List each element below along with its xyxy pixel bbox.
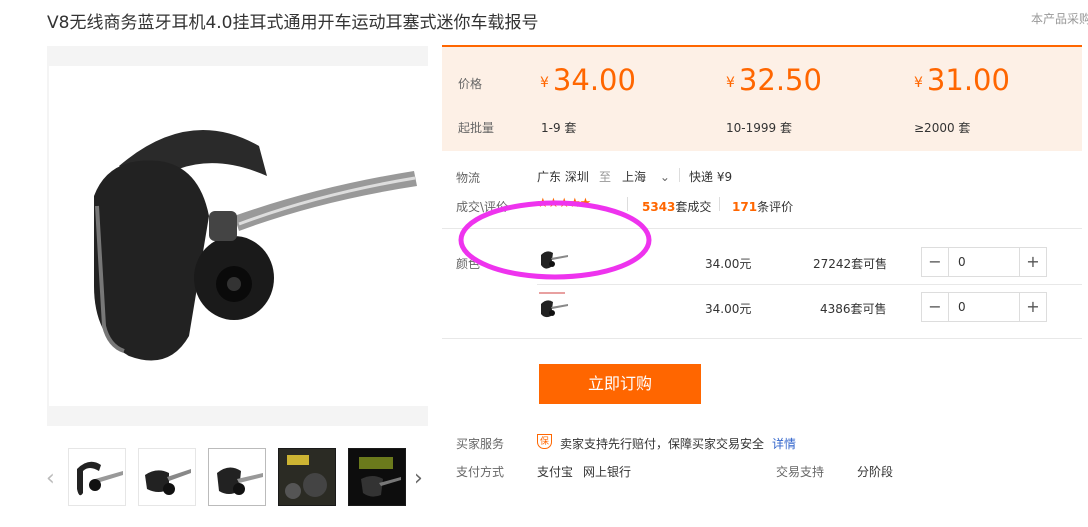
- tier-range-2: 10-1999 套: [726, 121, 792, 135]
- quantity-value[interactable]: 0: [958, 255, 966, 269]
- ship-to-value: 上海: [622, 170, 647, 184]
- payment-label: 支付方式: [456, 465, 505, 479]
- currency-symbol: ¥: [914, 75, 923, 91]
- promo-thumb-icon: [349, 449, 405, 505]
- reviews-suffix: 条评价: [757, 200, 794, 214]
- tier-range-1: 1-9 套: [541, 121, 577, 135]
- increment-button[interactable]: +: [1019, 248, 1046, 276]
- tier-price-value: 32.50: [738, 63, 822, 97]
- reviews-count[interactable]: 171条评价: [732, 198, 793, 215]
- quantity-stepper-2[interactable]: − 0 +: [921, 292, 1047, 322]
- variant-price-1: 34.00元: [705, 257, 752, 271]
- headset-thumb-icon: [145, 469, 191, 495]
- tier-price-3: ¥31.00: [914, 63, 1010, 97]
- price-label: 价格: [458, 77, 483, 91]
- guarantee-text: 卖家支持先行赔付，保障买家交易安全: [560, 437, 765, 451]
- thumbnail-1[interactable]: [68, 448, 126, 506]
- ship-from: 广东 深圳: [537, 170, 589, 184]
- quantity-value[interactable]: 0: [958, 300, 966, 314]
- increment-button[interactable]: +: [1019, 293, 1046, 321]
- shield-icon: 保: [537, 434, 552, 449]
- logistics-label: 物流: [456, 171, 481, 185]
- variant-price-2: 34.00元: [705, 302, 752, 316]
- promo-thumb-icon: [279, 449, 335, 505]
- thumb-next-arrow[interactable]: ›: [414, 466, 423, 491]
- buyer-service-label: 买家服务: [456, 437, 505, 451]
- shipping-fee: 快递 ¥9: [689, 170, 733, 184]
- tier-range-3: ≥2000 套: [914, 121, 971, 135]
- thumbnail-5[interactable]: [348, 448, 406, 506]
- headset-thumb-icon: [539, 292, 568, 318]
- variant-stock-1: 27242套可售: [813, 257, 888, 271]
- thumbnail-4[interactable]: [278, 448, 336, 506]
- divider: [719, 197, 720, 211]
- tier-price-2: ¥32.50: [726, 63, 822, 97]
- ship-to-word: 至: [599, 170, 612, 184]
- thumbnail-2[interactable]: [138, 448, 196, 506]
- headset-image: [94, 130, 417, 361]
- headset-thumb-icon: [77, 461, 123, 496]
- decrement-button[interactable]: −: [922, 248, 949, 276]
- reviews-number: 171: [732, 200, 758, 214]
- trade-support-value: 分阶段: [857, 465, 894, 479]
- currency-symbol: ¥: [726, 75, 735, 91]
- tier-price-1: ¥34.00: [540, 63, 636, 97]
- ship-to-select[interactable]: 上海 ⌄: [622, 168, 670, 185]
- buy-now-button[interactable]: 立即订购: [539, 364, 701, 404]
- moq-label: 起批量: [458, 121, 495, 135]
- details-link[interactable]: 详情: [772, 435, 796, 452]
- payment-method-1: 支付宝: [537, 465, 574, 479]
- tier-price-value: 31.00: [926, 63, 1010, 97]
- chevron-down-icon: ⌄: [659, 170, 670, 184]
- main-product-image[interactable]: [47, 46, 428, 426]
- deals-suffix: 套成交: [675, 200, 712, 214]
- trade-support-label: 交易支持: [776, 465, 825, 479]
- section-divider: [442, 338, 1082, 339]
- headset-thumb-icon: [217, 467, 263, 495]
- currency-symbol: ¥: [540, 75, 549, 91]
- payment-method-2: 网上银行: [583, 465, 632, 479]
- procurement-note[interactable]: 本产品采购: [1031, 10, 1088, 27]
- product-title: V8无线商务蓝牙耳机4.0挂耳式通用开车运动耳塞式迷你车载报号: [47, 13, 539, 33]
- divider: [679, 168, 680, 182]
- quantity-stepper-1[interactable]: − 0 +: [921, 247, 1047, 277]
- decrement-button[interactable]: −: [922, 293, 949, 321]
- variant-stock-2: 4386套可售: [820, 302, 887, 316]
- variant-thumb-2[interactable]: [537, 292, 569, 320]
- thumb-prev-arrow[interactable]: ‹: [46, 466, 55, 491]
- tier-price-value: 34.00: [552, 63, 636, 97]
- thumbnail-3[interactable]: [208, 448, 266, 506]
- highlight-ellipse: [458, 200, 652, 280]
